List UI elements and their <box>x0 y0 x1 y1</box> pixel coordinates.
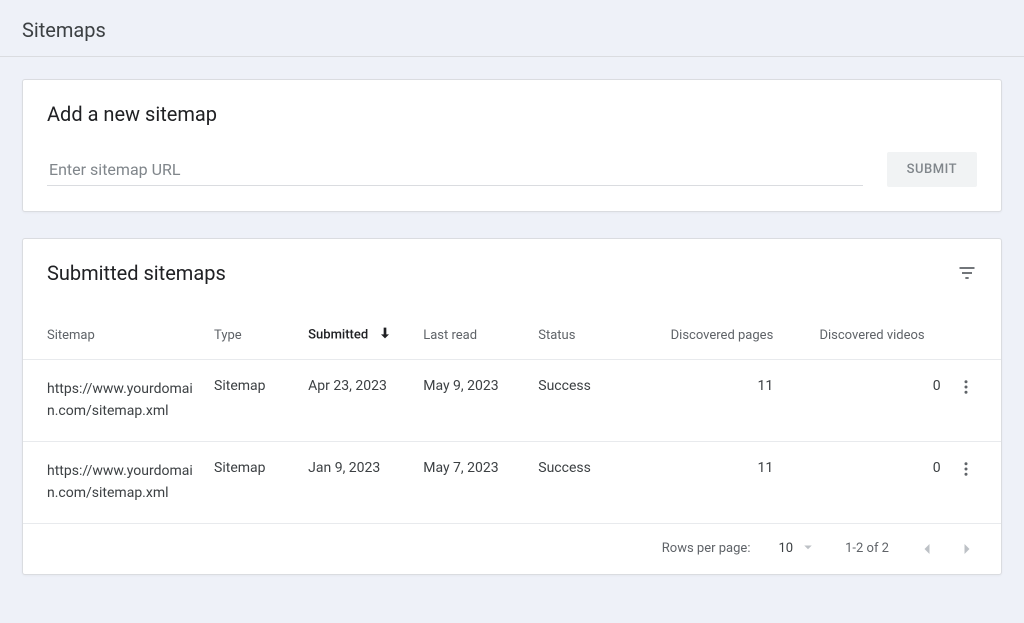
more-vert-icon[interactable] <box>957 460 975 478</box>
submitted-title: Submitted sitemaps <box>47 261 226 285</box>
cell-videos: 0 <box>781 360 948 442</box>
add-sitemap-title: Add a new sitemap <box>47 102 977 126</box>
next-page-button[interactable] <box>957 539 977 559</box>
rows-per-page-value: 10 <box>778 541 793 556</box>
cell-sitemap: https://www.yourdomain.com/sitemap.xml <box>23 360 206 442</box>
col-actions <box>949 293 1001 360</box>
cell-type: Sitemap <box>206 360 300 442</box>
page-title: Sitemaps <box>22 18 1002 42</box>
more-vert-icon[interactable] <box>957 378 975 396</box>
add-sitemap-row: SUBMIT <box>47 152 977 187</box>
cell-submitted: Apr 23, 2023 <box>300 360 415 442</box>
col-sitemap[interactable]: Sitemap <box>23 293 206 360</box>
cell-status: Success <box>530 360 656 442</box>
submit-button[interactable]: SUBMIT <box>887 152 977 187</box>
col-type[interactable]: Type <box>206 293 300 360</box>
filter-icon[interactable] <box>957 263 977 283</box>
col-lastread[interactable]: Last read <box>415 293 530 360</box>
cell-lastread: May 7, 2023 <box>415 441 530 523</box>
content-area: Add a new sitemap SUBMIT Submitted sitem… <box>0 57 1024 623</box>
cell-lastread: May 9, 2023 <box>415 360 530 442</box>
col-videos[interactable]: Discovered videos <box>781 293 948 360</box>
col-submitted[interactable]: Submitted <box>300 293 415 360</box>
submitted-header: Submitted sitemaps <box>23 239 1001 293</box>
cell-sitemap: https://www.yourdomain.com/sitemap.xml <box>23 441 206 523</box>
col-status[interactable]: Status <box>530 293 656 360</box>
pagination-range: 1-2 of 2 <box>845 541 889 556</box>
cell-submitted: Jan 9, 2023 <box>300 441 415 523</box>
arrow-down-icon <box>377 325 393 345</box>
page-header: Sitemaps <box>0 0 1024 57</box>
pagination-arrows <box>917 539 977 559</box>
cell-videos: 0 <box>781 441 948 523</box>
rows-per-page-label: Rows per page: <box>662 541 751 556</box>
cell-actions <box>949 441 1001 523</box>
col-submitted-label: Submitted <box>308 327 368 342</box>
table-row[interactable]: https://www.yourdomain.com/sitemap.xml S… <box>23 360 1001 442</box>
cell-pages: 11 <box>656 360 782 442</box>
cell-status: Success <box>530 441 656 523</box>
add-sitemap-card: Add a new sitemap SUBMIT <box>22 79 1002 212</box>
sitemaps-table: Sitemap Type Submitted Last read Status … <box>23 293 1001 524</box>
col-pages[interactable]: Discovered pages <box>656 293 782 360</box>
sitemap-url-input[interactable] <box>47 154 863 186</box>
chevron-down-icon <box>799 538 817 560</box>
pagination: Rows per page: 10 1-2 of 2 <box>23 524 1001 574</box>
cell-actions <box>949 360 1001 442</box>
cell-type: Sitemap <box>206 441 300 523</box>
prev-page-button[interactable] <box>917 539 937 559</box>
submitted-sitemaps-card: Submitted sitemaps Sitemap Type Submitte… <box>22 238 1002 575</box>
rows-per-page-select[interactable]: 10 <box>778 538 817 560</box>
table-header-row: Sitemap Type Submitted Last read Status … <box>23 293 1001 360</box>
table-row[interactable]: https://www.yourdomain.com/sitemap.xml S… <box>23 441 1001 523</box>
cell-pages: 11 <box>656 441 782 523</box>
